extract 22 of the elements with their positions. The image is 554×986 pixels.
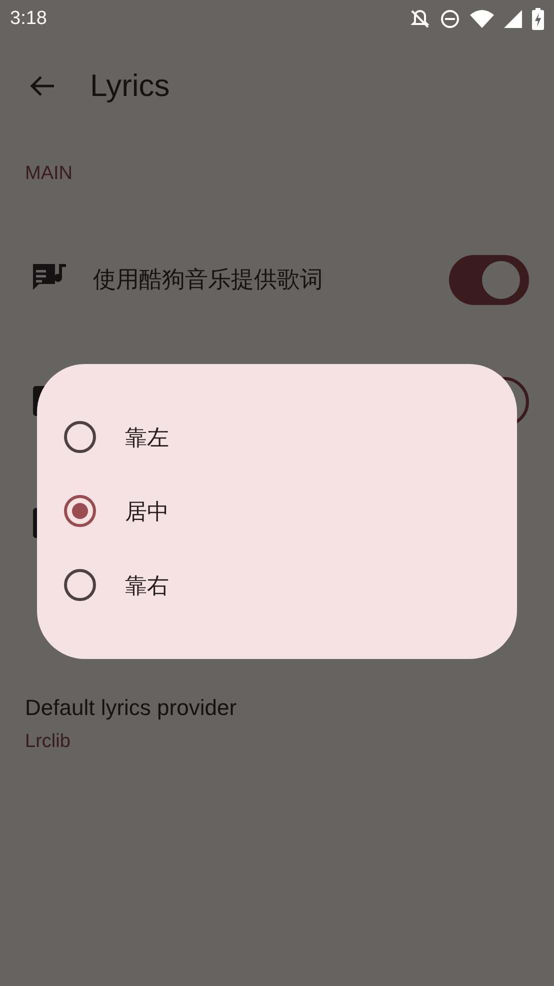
radio-button[interactable] [64,569,96,601]
toggle-switch[interactable] [449,254,529,304]
section-header: MAIN [25,163,72,184]
radio-button[interactable] [64,495,96,527]
radio-button[interactable] [64,421,96,453]
back-arrow-icon [29,75,55,97]
signal-icon [504,10,522,28]
option-label: 靠左 [125,424,169,452]
setting-label: 使用酷狗音乐提供歌词 [93,265,324,294]
radio-option[interactable]: 靠右 [37,548,517,622]
radio-option[interactable]: 居中 [37,474,517,548]
notifications-off-icon [410,9,430,29]
status-time: 3:18 [10,6,47,31]
page-title: Lyrics [90,66,170,105]
setting-title: Default lyrics provider [25,694,238,722]
battery-charging-icon [532,8,544,30]
do-not-disturb-icon [440,9,460,29]
radio-option[interactable]: 靠左 [37,400,517,474]
setting-value: Lrclib [25,730,72,754]
wifi-icon [470,10,494,28]
option-label: 靠右 [125,572,169,600]
option-label: 居中 [125,498,169,526]
